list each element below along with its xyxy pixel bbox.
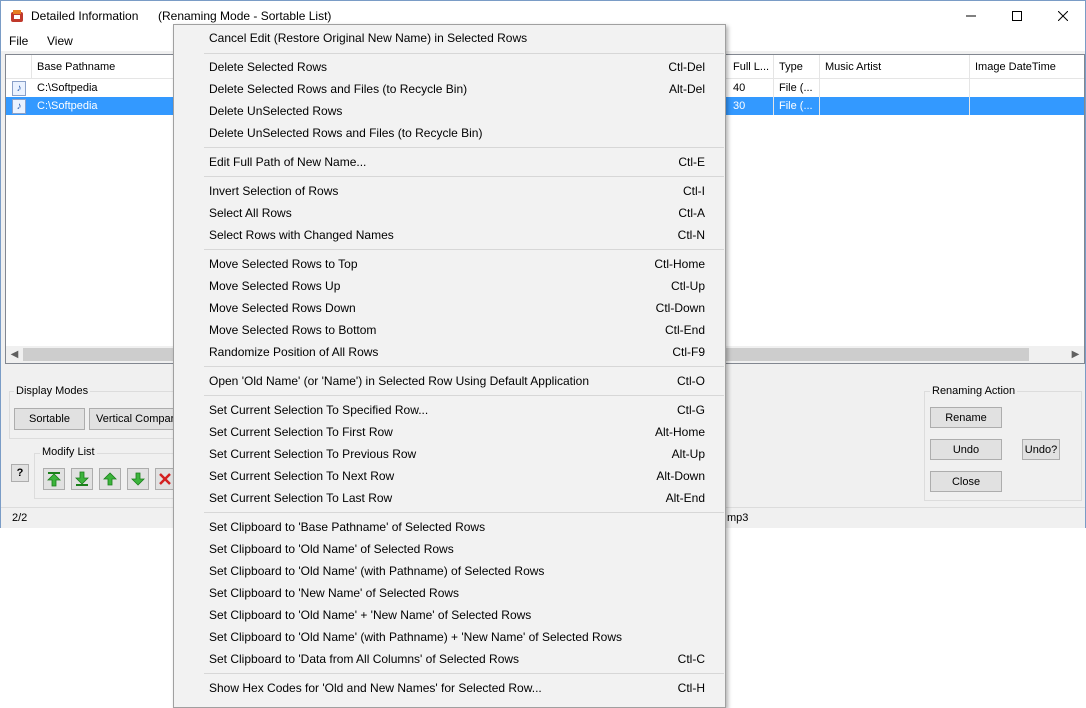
- menu-separator: [204, 249, 724, 250]
- display-modes-label: Display Modes: [14, 385, 91, 397]
- menu-move-top[interactable]: Move Selected Rows to Top Ctl-Home: [176, 253, 723, 275]
- move-down-button[interactable]: [127, 468, 149, 490]
- menu-select-first-row[interactable]: Set Current Selection To First Row Alt-Ho…: [176, 421, 723, 443]
- window-title: Detailed Information: [31, 9, 139, 23]
- menu-separator: [204, 366, 724, 367]
- header-image-datetime[interactable]: Image DateTime: [970, 55, 1084, 79]
- move-bottom-icon: [75, 471, 89, 486]
- menu-clipboard-base-pathname[interactable]: Set Clipboard to 'Base Pathname' of Sele…: [176, 516, 723, 538]
- vertical-compare-button[interactable]: Vertical Compare: [89, 408, 175, 430]
- maximize-button[interactable]: [994, 1, 1040, 31]
- header-full-length[interactable]: Full L...: [728, 55, 774, 79]
- undo-query-button[interactable]: Undo?: [1022, 439, 1060, 460]
- header-type[interactable]: Type: [774, 55, 820, 79]
- window-mode: (Renaming Mode - Sortable List): [158, 9, 332, 23]
- move-top-icon: [47, 472, 61, 487]
- cell-image-datetime: [970, 79, 1084, 97]
- close-icon: [1058, 11, 1068, 21]
- menu-separator: [204, 176, 724, 177]
- menu-clipboard-new-name[interactable]: Set Clipboard to 'New Name' of Selected …: [176, 582, 723, 604]
- help-button[interactable]: ?: [11, 464, 29, 482]
- minimize-icon: [966, 15, 976, 17]
- undo-button[interactable]: Undo: [930, 439, 1002, 460]
- cell-music-artist: [820, 97, 970, 115]
- menu-delete-unselected-files[interactable]: Delete UnSelected Rows and Files (to Rec…: [176, 122, 723, 144]
- cell-full-length: 40: [728, 79, 774, 97]
- arrow-down-icon: [131, 472, 145, 486]
- menu-select-specified-row[interactable]: Set Current Selection To Specified Row..…: [176, 399, 723, 421]
- menu-clipboard-all-columns[interactable]: Set Clipboard to 'Data from All Columns'…: [176, 648, 723, 670]
- menu-delete-selected-files[interactable]: Delete Selected Rows and Files (to Recyc…: [176, 78, 723, 100]
- menu-cancel-edit[interactable]: Cancel Edit (Restore Original New Name) …: [176, 27, 723, 49]
- renaming-action-label: Renaming Action: [930, 385, 1018, 397]
- menu-select-all[interactable]: Select All Rows Ctl-A: [176, 202, 723, 224]
- menu-delete-unselected[interactable]: Delete UnSelected Rows: [176, 100, 723, 122]
- close-window-button[interactable]: [1040, 1, 1086, 31]
- menu-clipboard-old-name[interactable]: Set Clipboard to 'Old Name' of Selected …: [176, 538, 723, 560]
- header-music-artist[interactable]: Music Artist: [820, 55, 970, 79]
- scroll-right-icon[interactable]: ▶: [1067, 346, 1084, 363]
- app-icon: [11, 10, 23, 22]
- menu-select-changed[interactable]: Select Rows with Changed Names Ctl-N: [176, 224, 723, 246]
- menu-clipboard-old-new[interactable]: Set Clipboard to 'Old Name' + 'New Name'…: [176, 604, 723, 626]
- move-to-bottom-button[interactable]: [71, 468, 93, 490]
- menu-select-next-row[interactable]: Set Current Selection To Next Row Alt-Dow…: [176, 465, 723, 487]
- cell-full-length: 30: [728, 97, 774, 115]
- menu-separator: [204, 147, 724, 148]
- cell-image-datetime: [970, 97, 1084, 115]
- rename-button[interactable]: Rename: [930, 407, 1002, 428]
- move-up-button[interactable]: [99, 468, 121, 490]
- menu-select-previous-row[interactable]: Set Current Selection To Previous Row Alt…: [176, 443, 723, 465]
- scroll-left-icon[interactable]: ◀: [6, 346, 23, 363]
- cell-music-artist: [820, 79, 970, 97]
- menu-separator: [204, 53, 724, 54]
- cell-type: File (...: [774, 79, 820, 97]
- menu-select-last-row[interactable]: Set Current Selection To Last Row Alt-End: [176, 487, 723, 509]
- red-x-icon: [159, 473, 171, 485]
- move-to-top-button[interactable]: [43, 468, 65, 490]
- menu-move-down[interactable]: Move Selected Rows Down Ctl-Down: [176, 297, 723, 319]
- remove-button[interactable]: [155, 468, 175, 490]
- menu-clipboard-old-name-path[interactable]: Set Clipboard to 'Old Name' (with Pathna…: [176, 560, 723, 582]
- arrow-up-icon: [103, 472, 117, 486]
- modify-list-label: Modify List: [40, 446, 97, 458]
- sortable-button[interactable]: Sortable: [14, 408, 85, 430]
- menu-open-default-app[interactable]: Open 'Old Name' (or 'Name') in Selected …: [176, 370, 723, 392]
- minimize-button[interactable]: [948, 1, 994, 31]
- header-icon-col[interactable]: [6, 55, 32, 79]
- maximize-icon: [1012, 11, 1022, 21]
- menu-move-bottom[interactable]: Move Selected Rows to Bottom Ctl-End: [176, 319, 723, 341]
- close-button[interactable]: Close: [930, 471, 1002, 492]
- menu-invert-selection[interactable]: Invert Selection of Rows Ctl-I: [176, 180, 723, 202]
- menu-edit-full-path[interactable]: Edit Full Path of New Name... Ctl-E: [176, 151, 723, 173]
- menu-separator: [204, 395, 724, 396]
- menu-view[interactable]: View: [47, 34, 73, 48]
- menu-move-up[interactable]: Move Selected Rows Up Ctl-Up: [176, 275, 723, 297]
- audio-file-icon: ♪: [12, 81, 26, 96]
- menu-separator: [204, 512, 724, 513]
- file-extension: mp3: [727, 512, 749, 524]
- context-menu: Cancel Edit (Restore Original New Name) …: [173, 24, 726, 708]
- row-count: 2/2: [12, 512, 28, 524]
- menu-clipboard-old-path-new[interactable]: Set Clipboard to 'Old Name' (with Pathna…: [176, 626, 723, 648]
- menu-show-hex-codes[interactable]: Show Hex Codes for 'Old and New Names' f…: [176, 677, 723, 699]
- menu-delete-selected[interactable]: Delete Selected Rows Ctl-Del: [176, 56, 723, 78]
- menu-separator: [204, 673, 724, 674]
- cell-type: File (...: [774, 97, 820, 115]
- menu-file[interactable]: File: [9, 34, 28, 48]
- menu-randomize[interactable]: Randomize Position of All Rows Ctl-F9: [176, 341, 723, 363]
- audio-file-icon: ♪: [12, 99, 26, 114]
